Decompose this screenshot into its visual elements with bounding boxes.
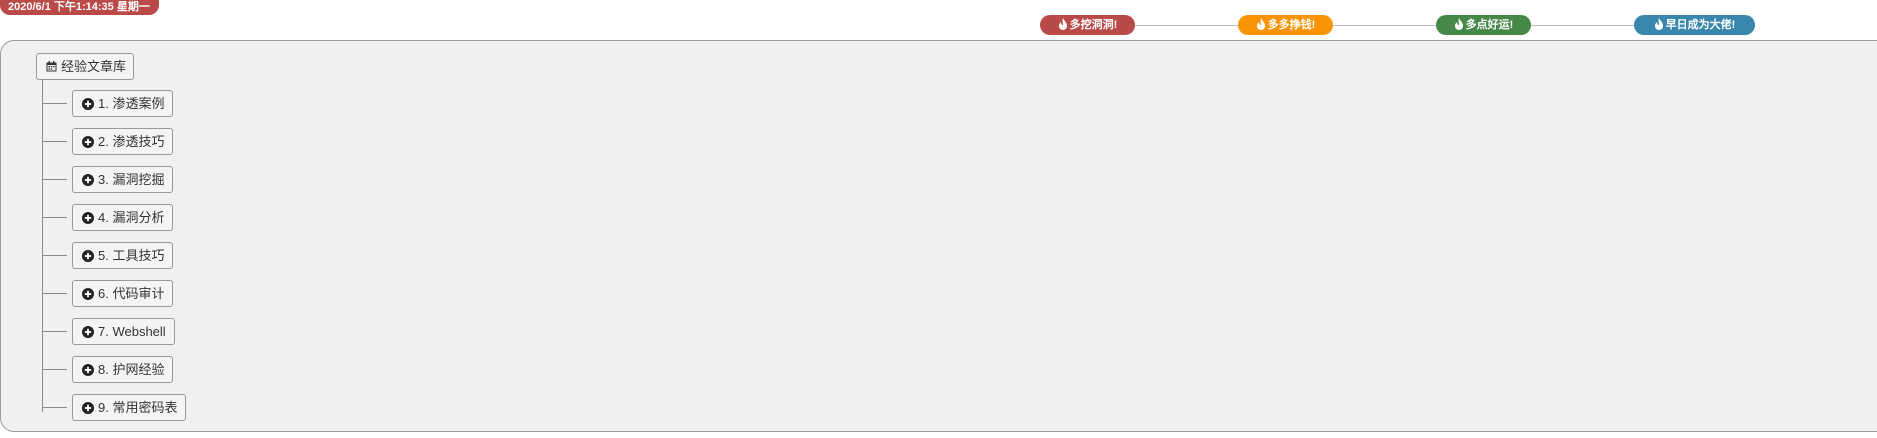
tree-connector [42, 293, 67, 294]
tree-node-penetration-cases[interactable]: 1. 渗透案例 [72, 90, 174, 117]
slogan-bar: 多挖洞洞! 多多挣钱! 多点好运! 早日成为大佬! [1040, 15, 1755, 35]
mindmap-panel: 经验文章库 1. 渗透案例 2. 渗透技巧 3. 漏洞挖掘 4. 漏洞分析 5.… [0, 40, 1877, 432]
slogan-badge-4: 早日成为大佬! [1634, 15, 1755, 35]
tree-connector [42, 407, 67, 408]
tree-node-label: 9. 常用密码表 [98, 400, 178, 415]
plus-circle-icon [82, 174, 94, 186]
tree-node-code-audit[interactable]: 6. 代码审计 [72, 280, 174, 307]
tree-connector [42, 217, 67, 218]
tree-connector [42, 331, 67, 332]
plus-circle-icon [82, 250, 94, 262]
tree-node-vuln-analysis[interactable]: 4. 漏洞分析 [72, 204, 174, 231]
tree-node-hw-experience[interactable]: 8. 护网经验 [72, 356, 174, 383]
plus-circle-icon [82, 288, 94, 300]
tree-node-label: 1. 渗透案例 [98, 96, 165, 111]
plus-circle-icon [82, 364, 94, 376]
plus-circle-icon [82, 136, 94, 148]
slogan-badge-1: 多挖洞洞! [1040, 15, 1135, 35]
slogan-label: 多多挣钱! [1267, 19, 1316, 31]
tree-node-penetration-tips[interactable]: 2. 渗透技巧 [72, 128, 174, 155]
tree-node-label: 3. 漏洞挖掘 [98, 172, 165, 187]
tree-node-label: 4. 漏洞分析 [98, 210, 165, 225]
calendar-icon [46, 61, 57, 72]
tree-node-vuln-hunting[interactable]: 3. 漏洞挖掘 [72, 166, 174, 193]
slogan-badge-3: 多点好运! [1436, 15, 1531, 35]
root-node-label: 经验文章库 [61, 59, 127, 74]
tree-connector [42, 369, 67, 370]
fire-icon [1654, 18, 1663, 30]
plus-circle-icon [82, 98, 94, 110]
tree-node-webshell[interactable]: 7. Webshell [72, 318, 175, 345]
fire-icon [1454, 18, 1463, 30]
slogan-label: 早日成为大佬! [1665, 19, 1736, 31]
tree-connector [42, 141, 67, 142]
fire-icon [1256, 18, 1265, 30]
tree-node-label: 2. 渗透技巧 [98, 134, 165, 149]
tree-node-password-list[interactable]: 9. 常用密码表 [72, 394, 187, 421]
slogan-label: 多点好运! [1465, 19, 1514, 31]
tree-connector-vertical [42, 80, 43, 412]
tree-connector [42, 255, 67, 256]
fire-icon [1058, 18, 1067, 30]
tree-node-label: 6. 代码审计 [98, 286, 165, 301]
tree-node-tool-tips[interactable]: 5. 工具技巧 [72, 242, 174, 269]
tree-node-label: 5. 工具技巧 [98, 248, 165, 263]
tree-connector [42, 103, 67, 104]
plus-circle-icon [82, 212, 94, 224]
datetime-badge: 2020/6/1 下午1:14:35 星期一 [0, 0, 159, 15]
slogan-label: 多挖洞洞! [1069, 19, 1118, 31]
root-node-article-library[interactable]: 经验文章库 [36, 53, 135, 80]
slogan-badge-2: 多多挣钱! [1238, 15, 1333, 35]
tree-node-label: 8. 护网经验 [98, 362, 165, 377]
tree-connector [42, 179, 67, 180]
plus-circle-icon [82, 326, 94, 338]
tree-node-label: 7. Webshell [98, 324, 166, 339]
plus-circle-icon [82, 402, 94, 414]
